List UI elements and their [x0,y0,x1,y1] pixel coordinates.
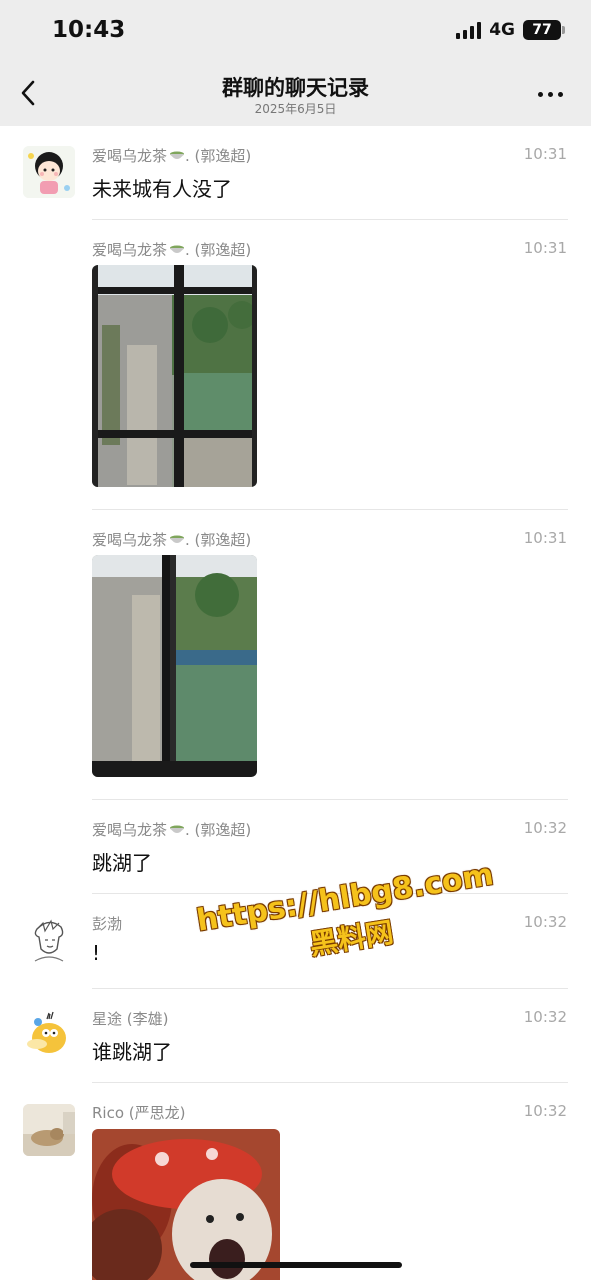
divider [92,1082,568,1083]
divider [92,509,568,510]
divider [92,799,568,800]
message-time: 10:31 [523,145,567,163]
tea-cup-emoji-icon [170,535,185,543]
message-item: 爱喝乌龙茶. (郭逸超) 10:31 [0,527,591,800]
sender-name: 爱喝乌龙茶. (郭逸超) [92,821,252,839]
message-photo[interactable] [92,555,257,777]
message-time: 10:32 [523,1102,567,1120]
message-item: Rico (严思龙) 10:32 [0,1100,591,1280]
tea-cup-emoji-icon [170,825,185,833]
page-title: 群聊的聊天记录 [222,76,369,100]
avatar[interactable] [23,146,75,198]
avatar[interactable] [23,1008,75,1060]
message-text: 未来城有人没了 [92,177,232,201]
sender-name: 爱喝乌龙茶. (郭逸超) [92,241,252,259]
network-type: 4G [489,20,515,40]
tea-cup-emoji-icon [170,151,185,159]
message-photo[interactable] [92,265,257,487]
status-icons: 4G 77 [456,20,565,40]
message-item: 爱喝乌龙茶. (郭逸超) 10:31 未来城有人没了 [0,142,591,220]
sender-name: 爱喝乌龙茶. (郭逸超) [92,531,252,549]
tea-cup-emoji-icon [170,245,185,253]
top-bar: 10:43 4G 77 群聊的聊天记录 2025年6月5日 [0,0,591,126]
avatar[interactable] [23,915,75,967]
battery-icon: 77 [523,20,565,40]
message-time: 10:31 [523,529,567,547]
message-item: 爱喝乌龙茶. (郭逸超) 10:31 [0,237,591,511]
more-dots-icon[interactable] [535,84,565,104]
sender-name: 爱喝乌龙茶. (郭逸超) [92,147,252,165]
sender-name: 星途 (李雄) [92,1010,169,1028]
message-time: 10:32 [523,819,567,837]
message-text: 谁跳湖了 [92,1040,172,1064]
home-indicator[interactable] [190,1262,402,1268]
signal-icon [456,21,482,39]
message-time: 10:32 [523,913,567,931]
avatar[interactable] [23,1104,75,1156]
page-date: 2025年6月5日 [254,102,337,116]
divider [92,219,568,220]
message-time: 10:31 [523,239,567,257]
sender-name: Rico (严思龙) [92,1104,186,1122]
message-text: 跳湖了 [92,851,152,875]
message-text: ! [92,941,101,965]
status-time: 10:43 [52,17,126,43]
message-photo[interactable] [92,1129,280,1280]
sender-name: 彭渤 [92,915,123,933]
message-item: 星途 (李雄) 10:32 谁跳湖了 [0,1006,591,1084]
message-time: 10:32 [523,1008,567,1026]
